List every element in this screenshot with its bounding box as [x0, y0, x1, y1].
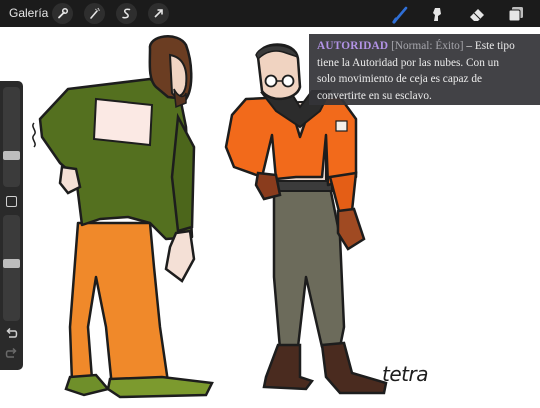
skill-check-tooltip: AUTORIDAD [Normal: Éxito] – Este tipo ti…	[309, 34, 540, 105]
left-character-hip-hand	[58, 165, 82, 195]
selection-icon[interactable]	[116, 3, 137, 24]
left-character-pants	[68, 221, 170, 389]
right-character-boot-right	[320, 341, 388, 395]
jacket-back-patch	[92, 97, 154, 147]
left-sidebar	[0, 81, 23, 370]
layers-icon[interactable]	[504, 2, 528, 26]
left-character-shoe-back	[64, 373, 111, 397]
right-character-glove-left	[254, 171, 282, 201]
top-toolbar: Galería	[0, 0, 540, 27]
wrench-icon[interactable]	[52, 3, 73, 24]
eraser-icon[interactable]	[465, 2, 489, 26]
tooltip-line-1: AUTORIDAD [Normal: Éxito] – Este tipo	[317, 38, 532, 55]
left-character-arm	[170, 112, 196, 233]
brush-size-handle[interactable]	[3, 151, 20, 160]
transform-arrow-icon[interactable]	[148, 3, 169, 24]
tooltip-line1-text: Este tipo	[474, 40, 515, 52]
skill-check-result: [Normal: Éxito]	[391, 40, 464, 52]
redo-icon[interactable]	[4, 347, 19, 361]
artist-signature: tetra	[382, 362, 428, 386]
tooltip-dash: –	[463, 40, 475, 52]
glasses-icon	[264, 74, 278, 88]
tooltip-line-2: tiene la Autoridad por las nubes. Con un	[317, 56, 499, 69]
opacity-slider[interactable]	[3, 215, 20, 321]
opacity-handle[interactable]	[3, 259, 20, 268]
brush-size-slider[interactable]	[3, 87, 20, 187]
brush-icon[interactable]	[389, 2, 413, 26]
right-character-boot-left	[262, 343, 315, 391]
left-character-shoe-front	[106, 375, 214, 399]
modify-button[interactable]	[6, 196, 17, 207]
tooltip-line-4: convertirte en su esclavo.	[317, 89, 432, 102]
undo-icon[interactable]	[4, 327, 19, 341]
skill-name: AUTORIDAD	[317, 40, 389, 52]
magic-wand-icon[interactable]	[84, 3, 105, 24]
right-character-pants	[272, 185, 346, 351]
right-character-glove-right	[336, 207, 366, 251]
smudge-icon[interactable]	[425, 2, 449, 26]
gallery-button[interactable]: Galería	[9, 6, 48, 20]
tooltip-line-3: solo movimiento de ceja es capaz de	[317, 73, 482, 85]
